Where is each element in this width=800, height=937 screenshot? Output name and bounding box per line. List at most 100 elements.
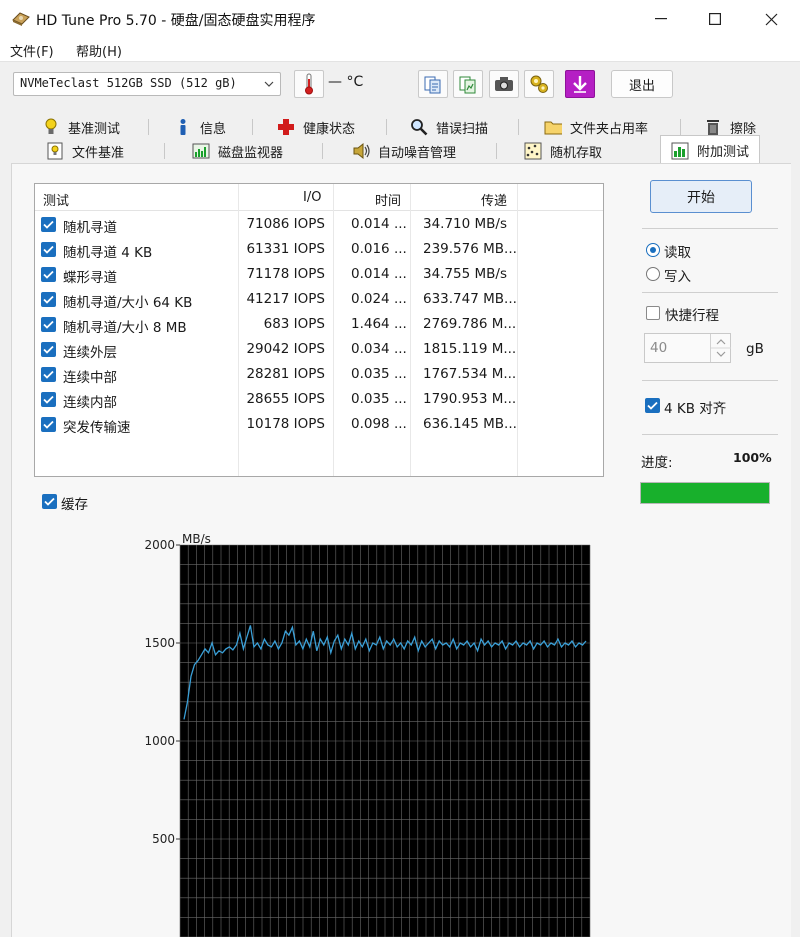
header-test[interactable]: 测试 bbox=[43, 190, 69, 209]
header-io[interactable]: I/O bbox=[303, 190, 321, 205]
read-label: 读取 bbox=[664, 245, 691, 261]
copy-image-icon bbox=[459, 76, 476, 94]
temperature-button[interactable] bbox=[294, 70, 324, 98]
exit-button[interactable]: 退出 bbox=[611, 70, 673, 98]
write-radio[interactable] bbox=[646, 267, 660, 281]
table-row[interactable]: 随机寻道/大小 8 MB 683 IOPS 1.464 ... 2769.786 M.… bbox=[35, 312, 603, 337]
test-speed: 1790.953 M... bbox=[423, 391, 517, 407]
align-4kb-label: 4 KB 对齐 bbox=[664, 401, 727, 417]
drive-select[interactable]: NVMeTeclast 512GB SSD (512 gB) bbox=[13, 72, 281, 96]
cache-checkbox[interactable] bbox=[42, 494, 57, 509]
tab-error-scan[interactable]: 错误扫描 bbox=[410, 114, 488, 140]
short-stroke-stepper[interactable]: 40 bbox=[644, 333, 731, 363]
test-time: 1.464 ... bbox=[351, 316, 407, 332]
test-io: 29042 IOPS bbox=[246, 341, 325, 357]
table-row[interactable]: 连续中部 28281 IOPS 0.035 ... 1767.534 M... bbox=[35, 362, 603, 387]
check-icon bbox=[43, 370, 54, 379]
maximize-icon bbox=[709, 13, 721, 25]
tab-separator bbox=[148, 119, 149, 135]
test-checkbox[interactable] bbox=[41, 242, 56, 257]
short-stroke-checkbox[interactable] bbox=[646, 306, 660, 320]
short-stroke-unit: gB bbox=[746, 341, 764, 357]
tab-extra-tests[interactable]: 附加测试 bbox=[660, 135, 761, 165]
file-benchmark-icon bbox=[46, 142, 64, 160]
y-tick-label: 1000 bbox=[144, 734, 175, 748]
menu-help[interactable]: 帮助(H) bbox=[76, 41, 122, 60]
table-row[interactable]: 连续内部 28655 IOPS 0.035 ... 1790.953 M... bbox=[35, 387, 603, 412]
test-checkbox[interactable] bbox=[41, 417, 56, 432]
screenshot-button[interactable] bbox=[489, 70, 519, 98]
table-row[interactable]: 随机寻道/大小 64 KB 41217 IOPS 0.024 ... 633.747 … bbox=[35, 287, 603, 312]
tab-disk-monitor[interactable]: 磁盘监视器 bbox=[192, 138, 283, 164]
test-checkbox[interactable] bbox=[41, 317, 56, 332]
test-io: 71086 IOPS bbox=[246, 216, 325, 232]
options-button[interactable] bbox=[524, 70, 554, 98]
progress-bar bbox=[640, 482, 770, 504]
start-button[interactable]: 开始 bbox=[650, 180, 752, 213]
header-speed[interactable]: 传递 bbox=[481, 190, 507, 209]
disk-monitor-icon bbox=[192, 142, 210, 160]
window-title: HD Tune Pro 5.70 - 硬盘/固态硬盘实用程序 bbox=[36, 13, 316, 29]
test-io: 71178 IOPS bbox=[246, 266, 325, 282]
tab-row-2: 文件基准 磁盘监视器 自动噪音管理 随机存取 附加测试 bbox=[0, 135, 800, 165]
y-axis-label: MB/s bbox=[182, 532, 211, 546]
stepper-arrows-icon bbox=[711, 339, 731, 357]
test-name: 连续中部 bbox=[63, 370, 117, 386]
read-radio[interactable] bbox=[646, 243, 660, 257]
test-time: 0.035 ... bbox=[351, 391, 407, 407]
test-io: 61331 IOPS bbox=[246, 241, 325, 257]
close-icon bbox=[765, 13, 777, 25]
test-speed: 633.747 MB... bbox=[423, 291, 517, 307]
test-checkbox[interactable] bbox=[41, 367, 56, 382]
header-time[interactable]: 时间 bbox=[375, 190, 401, 209]
test-name: 连续外层 bbox=[63, 345, 117, 361]
table-row[interactable]: 连续外层 29042 IOPS 0.034 ... 1815.119 M... bbox=[35, 337, 603, 362]
tab-noise-management[interactable]: 自动噪音管理 bbox=[352, 138, 456, 164]
test-checkbox[interactable] bbox=[41, 292, 56, 307]
copy-text-button[interactable] bbox=[418, 70, 448, 98]
short-stroke-label: 快捷行程 bbox=[665, 308, 719, 324]
test-checkbox[interactable] bbox=[41, 392, 56, 407]
progress-label: 进度: bbox=[641, 455, 673, 471]
menu-file[interactable]: 文件(F) bbox=[10, 41, 54, 60]
table-row[interactable]: 蝶形寻道 71178 IOPS 0.014 ... 34.755 MB/s bbox=[35, 262, 603, 287]
write-label: 写入 bbox=[664, 269, 691, 285]
minimize-button[interactable] bbox=[638, 0, 684, 38]
stepper-arrows[interactable] bbox=[710, 334, 731, 362]
tab-random-access[interactable]: 随机存取 bbox=[524, 138, 602, 164]
save-button[interactable] bbox=[565, 70, 595, 98]
maximize-button[interactable] bbox=[692, 0, 738, 38]
table-row[interactable]: 突发传输速 10178 IOPS 0.098 ... 636.145 MB... bbox=[35, 412, 603, 437]
app-window: HD Tune Pro 5.70 - 硬盘/固态硬盘实用程序 文件(F) 帮助(… bbox=[0, 0, 800, 937]
camera-icon bbox=[495, 77, 513, 91]
tab-file-benchmark[interactable]: 文件基准 bbox=[46, 138, 124, 164]
info-icon bbox=[174, 118, 192, 136]
tab-separator bbox=[386, 119, 387, 135]
test-time: 0.035 ... bbox=[351, 366, 407, 382]
check-icon bbox=[43, 395, 54, 404]
table-row[interactable]: 随机寻道 4 KB 61331 IOPS 0.016 ... 239.576 MB..… bbox=[35, 237, 603, 262]
exit-button-label: 退出 bbox=[628, 78, 655, 94]
test-checkbox[interactable] bbox=[41, 342, 56, 357]
table-row[interactable]: 随机寻道 71086 IOPS 0.014 ... 34.710 MB/s bbox=[35, 212, 603, 237]
test-name: 突发传输速 bbox=[63, 420, 131, 436]
tab-health[interactable]: 健康状态 bbox=[277, 114, 355, 140]
tab-file-benchmark-label: 文件基准 bbox=[72, 145, 125, 161]
toolbar: NVMeTeclast 512GB SSD (512 gB) — °C 退出 bbox=[0, 62, 800, 108]
test-checkbox[interactable] bbox=[41, 267, 56, 282]
test-time: 0.034 ... bbox=[351, 341, 407, 357]
test-speed: 1767.534 M... bbox=[423, 366, 517, 382]
close-button[interactable] bbox=[748, 0, 794, 38]
check-icon bbox=[43, 220, 54, 229]
tab-benchmark[interactable]: 基准测试 bbox=[42, 114, 120, 140]
divider bbox=[642, 292, 778, 293]
test-checkbox[interactable] bbox=[41, 217, 56, 232]
tab-folder-usage[interactable]: 文件夹占用率 bbox=[544, 114, 648, 140]
copy-image-button[interactable] bbox=[453, 70, 483, 98]
download-arrow-icon bbox=[573, 76, 587, 93]
align-4kb-checkbox[interactable] bbox=[645, 398, 660, 413]
tab-info[interactable]: 信息 bbox=[174, 114, 226, 140]
check-icon bbox=[44, 497, 55, 506]
tab-separator bbox=[164, 143, 165, 159]
temperature-value: — °C bbox=[328, 74, 364, 90]
